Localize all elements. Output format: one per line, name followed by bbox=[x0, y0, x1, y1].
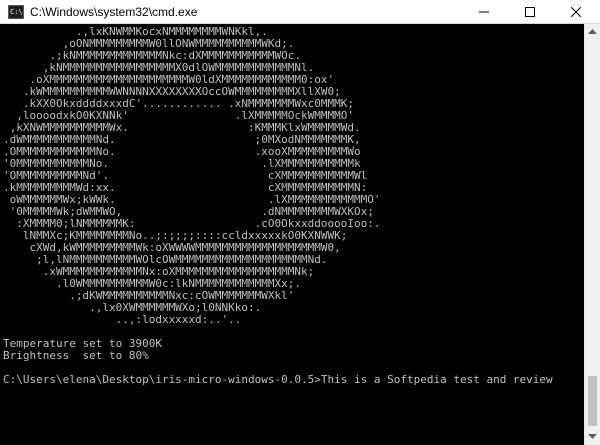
maximize-icon bbox=[525, 7, 535, 17]
console-line: ..,:lodxxxxxd:..'.. bbox=[3, 313, 242, 326]
minimize-button[interactable] bbox=[462, 0, 508, 24]
command-prompt-icon[interactable]: C:\ bbox=[8, 5, 24, 19]
close-button[interactable] bbox=[554, 0, 600, 24]
scroll-down-button[interactable] bbox=[585, 429, 600, 445]
maximize-button[interactable] bbox=[508, 0, 554, 24]
scroll-up-arrow-icon bbox=[588, 29, 597, 34]
window-title: C:\Windows\system32\cmd.exe bbox=[30, 5, 198, 19]
console-line: Brightness set to 80% bbox=[3, 349, 149, 362]
minimize-icon bbox=[479, 11, 489, 13]
console-line: C:\Users\elena\Desktop\iris-micro-window… bbox=[3, 373, 553, 386]
console-text: .,lxKNWMMKocxNMMMMMMMMWNKkl,. ,oONMMMMMM… bbox=[0, 24, 584, 386]
title-bar[interactable]: C:\ C:\Windows\system32\cmd.exe bbox=[0, 0, 600, 24]
cmd-window: C:\ C:\Windows\system32\cmd.exe .,lxKNWM… bbox=[0, 0, 600, 445]
scroll-up-button[interactable] bbox=[585, 24, 600, 40]
console-output[interactable]: .,lxKNWMMKocxNMMMMMMMMWNKkl,. ,oONMMMMMM… bbox=[0, 24, 584, 445]
vertical-scrollbar[interactable] bbox=[584, 24, 600, 445]
scroll-thumb[interactable] bbox=[588, 376, 597, 426]
scroll-down-arrow-icon bbox=[588, 434, 597, 439]
close-icon bbox=[571, 7, 581, 17]
